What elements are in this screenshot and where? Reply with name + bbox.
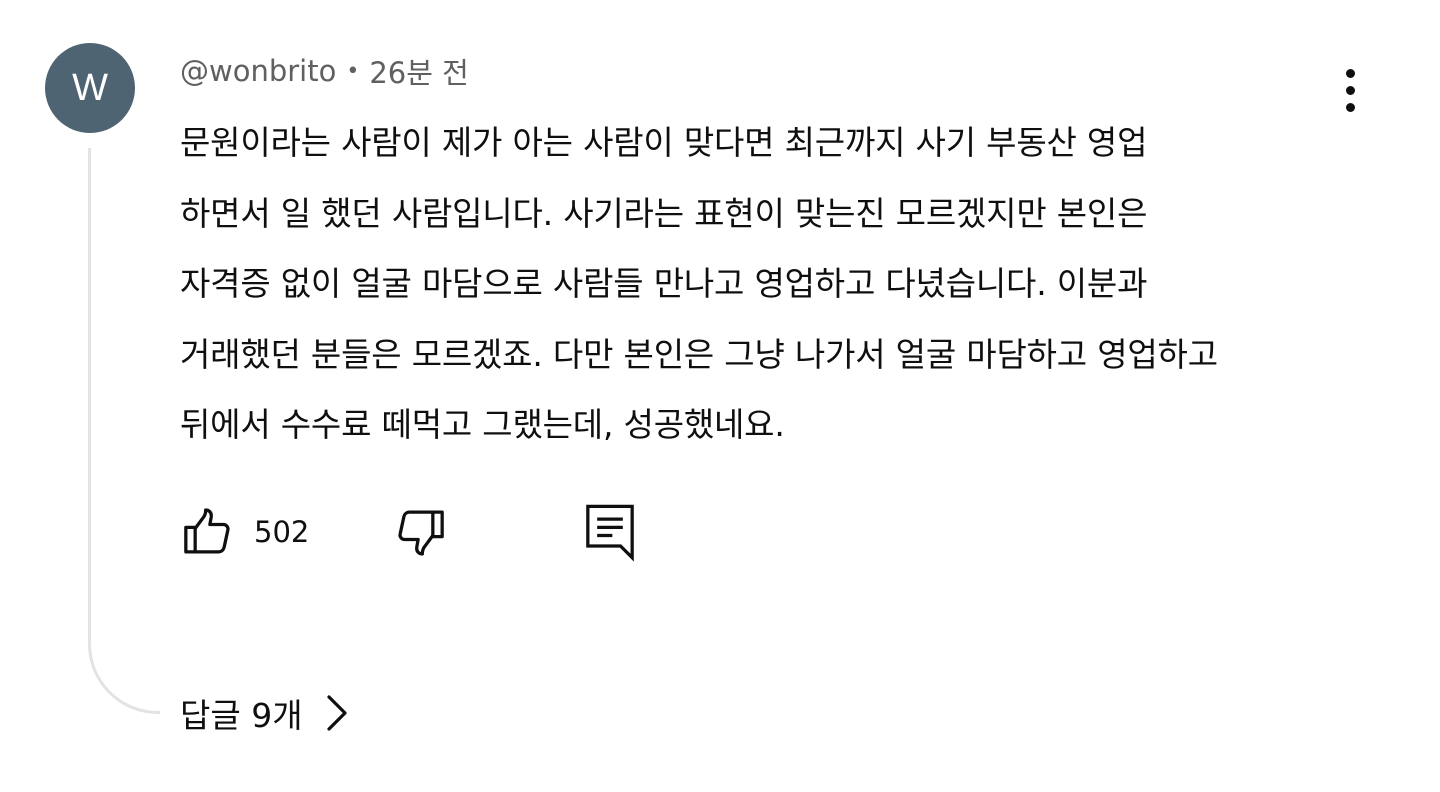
more-options-button[interactable] <box>1328 60 1372 120</box>
reply-thread-line <box>88 148 160 714</box>
comment-line: 거래했던 분들은 모르겠죠. 다만 본인은 그냥 나가서 얼굴 마담하고 영업하… <box>180 334 1218 374</box>
comment-line: 하면서 일 했던 사람입니다. 사기라는 표현이 맞는진 모르겠지만 본인은 <box>180 193 1148 233</box>
replies-label: 답글 9개 <box>180 696 303 735</box>
reply-button[interactable] <box>582 500 638 564</box>
chevron-right-icon <box>326 695 347 731</box>
avatar-letter: W <box>72 66 108 109</box>
like-count: 502 <box>254 515 310 549</box>
comment-text: 문원이라는 사람이 제가 아는 사람이 맞다면 최근까지 사기 부동산 영업 하… <box>180 108 1330 461</box>
comment-meta: @wonbrito • 26분 전 <box>180 52 469 90</box>
comment-reply-icon <box>586 504 634 562</box>
more-vertical-icon <box>1345 68 1355 112</box>
comment-time: 26분 전 <box>369 56 469 90</box>
thumbs-up-icon <box>184 508 230 554</box>
comment-actions: 502 <box>180 500 660 564</box>
dislike-button[interactable] <box>392 500 448 564</box>
thumbs-down-icon <box>398 510 444 556</box>
comment-line: 자격증 없이 얼굴 마담으로 사람들 만나고 영업하고 다녔습니다. 이분과 <box>180 264 1148 303</box>
comment-line: 뒤에서 수수료 떼먹고 그랬는데, 성공했네요. <box>180 405 785 444</box>
like-button[interactable]: 502 <box>180 500 309 564</box>
comment-line: 문원이라는 사람이 제가 아는 사람이 맞다면 최근까지 사기 부동산 영업 <box>180 123 1148 162</box>
author-handle[interactable]: @wonbrito <box>180 54 336 88</box>
avatar[interactable]: W <box>45 43 135 133</box>
meta-separator: • <box>346 58 360 84</box>
view-replies-button[interactable]: 답글 9개 <box>180 686 349 740</box>
